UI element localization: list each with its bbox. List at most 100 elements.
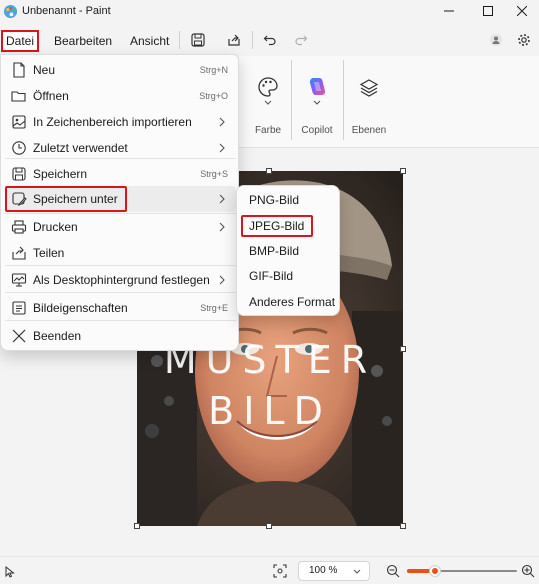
new-file-icon (13, 62, 25, 78)
chevron-down-icon (313, 100, 321, 105)
ribbon-label-copilot: Copilot (301, 125, 333, 136)
paint-app-icon (3, 4, 18, 19)
zoom-out-button[interactable] (386, 564, 400, 578)
menu-item-neu[interactable]: Neu Strg+N (5, 57, 236, 83)
maximize-icon (483, 6, 493, 16)
zoom-value: 100 % (309, 565, 338, 576)
menu-label-neu: Neu (33, 63, 56, 77)
save-icon (12, 167, 26, 181)
save-as-icon (12, 192, 27, 207)
resize-handle-bottom-left[interactable] (134, 523, 140, 529)
shortcut-eigenschaften: Strg+E (200, 303, 228, 313)
submenu-item-png[interactable]: PNG-Bild (241, 189, 337, 211)
submenu-label-anderes-format: Anderes Format (249, 295, 336, 309)
fit-to-window-button[interactable] (272, 563, 288, 579)
chevron-right-icon (219, 117, 225, 127)
redo-button[interactable] (291, 30, 311, 50)
redo-icon (295, 35, 308, 46)
palette-icon (258, 77, 278, 97)
zoom-out-icon (386, 564, 400, 578)
minimize-button[interactable] (430, 0, 468, 22)
gear-icon (518, 34, 530, 46)
submenu-label-png: PNG-Bild (249, 193, 300, 207)
menu-divider (5, 158, 236, 159)
menu-divider (5, 292, 236, 293)
shortcut-speichern: Strg+S (200, 169, 228, 179)
menu-item-desktop[interactable]: Als Desktophintergrund festlegen (5, 267, 236, 293)
layers-button[interactable] (359, 78, 379, 98)
menu-item-speichern[interactable]: Speichern Strg+S (5, 161, 236, 187)
menu-datei[interactable]: Datei (1, 30, 40, 52)
colors-button[interactable] (257, 76, 279, 106)
zoom-in-icon (521, 564, 535, 578)
ribbon-group-ebenen: Ebenen (346, 56, 392, 148)
chevron-right-icon (219, 275, 225, 285)
shortcut-oeffnen: Strg+O (199, 91, 228, 101)
printer-icon (11, 220, 27, 234)
menu-item-importieren[interactable]: In Zeichenbereich importieren (5, 109, 236, 135)
watermark-line-2: BILD (208, 389, 332, 433)
menu-separator (252, 31, 253, 49)
ribbon-separator (343, 60, 344, 140)
zoom-in-button[interactable] (521, 564, 535, 578)
menu-item-teilen[interactable]: Teilen (5, 240, 236, 266)
copilot-icon (309, 78, 326, 95)
resize-handle-top-right[interactable] (400, 168, 406, 174)
title-bar: Unbenannt - Paint (0, 0, 539, 24)
resize-handle-bottom[interactable] (266, 523, 272, 529)
menu-item-speichern-unter[interactable]: Speichern unter (5, 186, 127, 212)
save-as-submenu: PNG-Bild JPEG-Bild BMP-Bild GIF-Bild And… (236, 185, 340, 316)
menu-item-oeffnen[interactable]: Öffnen Strg+O (5, 83, 236, 109)
status-bar: 100 % (0, 556, 539, 584)
menu-label-teilen: Teilen (33, 246, 65, 260)
submenu-label-jpeg: JPEG-Bild (249, 219, 305, 233)
ribbon-group-copilot: Copilot (294, 56, 340, 148)
menu-item-eigenschaften[interactable]: Bildeigenschaften Strg+E (5, 295, 236, 321)
account-button[interactable] (486, 30, 506, 50)
submenu-label-gif: GIF-Bild (249, 269, 294, 283)
menu-label-importieren: In Zeichenbereich importieren (33, 115, 192, 129)
menu-label-speichern: Speichern (33, 167, 88, 181)
user-icon (490, 34, 502, 46)
submenu-item-jpeg[interactable]: JPEG-Bild (241, 215, 313, 237)
settings-button[interactable] (514, 30, 534, 50)
submenu-item-anderes-format[interactable]: Anderes Format (241, 291, 337, 313)
ribbon-label-ebenen: Ebenen (351, 125, 387, 136)
copilot-button[interactable] (306, 76, 328, 106)
menu-item-drucken[interactable]: Drucken (5, 214, 236, 240)
shortcut-neu: Strg+N (199, 65, 228, 75)
desktop-background-icon (11, 273, 27, 287)
zoom-dropdown[interactable]: 100 % (298, 561, 370, 581)
zoom-slider-thumb[interactable] (430, 566, 440, 576)
menu-label-speichern-unter: Speichern unter (33, 192, 118, 206)
share-quick-button[interactable] (224, 30, 244, 50)
folder-open-icon (11, 91, 26, 102)
window-title: Unbenannt - Paint (22, 5, 111, 17)
undo-button[interactable] (260, 30, 280, 50)
clock-icon (12, 141, 26, 155)
close-window-button[interactable] (503, 0, 539, 22)
resize-handle-right[interactable] (400, 346, 406, 352)
chevron-down-icon (264, 100, 272, 105)
submenu-item-gif[interactable]: GIF-Bild (241, 265, 337, 287)
resize-handle-top[interactable] (266, 168, 272, 174)
menu-ansicht[interactable]: Ansicht (126, 30, 173, 52)
menu-label-desktop: Als Desktophintergrund festlegen (33, 273, 210, 287)
submenu-item-bmp[interactable]: BMP-Bild (241, 240, 337, 262)
menu-bearbeiten[interactable]: Bearbeiten (50, 30, 116, 52)
resize-handle-bottom-right[interactable] (400, 523, 406, 529)
menu-item-beenden[interactable]: Beenden (5, 323, 236, 349)
cursor-position-icon (5, 566, 15, 578)
fit-screen-icon (273, 564, 287, 578)
maximize-button[interactable] (469, 0, 507, 22)
save-quick-button[interactable] (188, 30, 208, 50)
share-icon (12, 246, 26, 260)
ribbon-separator (291, 60, 292, 140)
ribbon-group-farbe: Farbe (248, 56, 288, 148)
menu-bar: Datei Bearbeiten Ansicht (0, 24, 539, 56)
image-properties-icon (12, 301, 26, 315)
menu-divider (5, 265, 236, 266)
file-menu: Neu Strg+N Öffnen Strg+O In Zeichenberei… (0, 54, 239, 351)
share-icon (228, 34, 240, 46)
zoom-slider[interactable] (407, 566, 517, 576)
